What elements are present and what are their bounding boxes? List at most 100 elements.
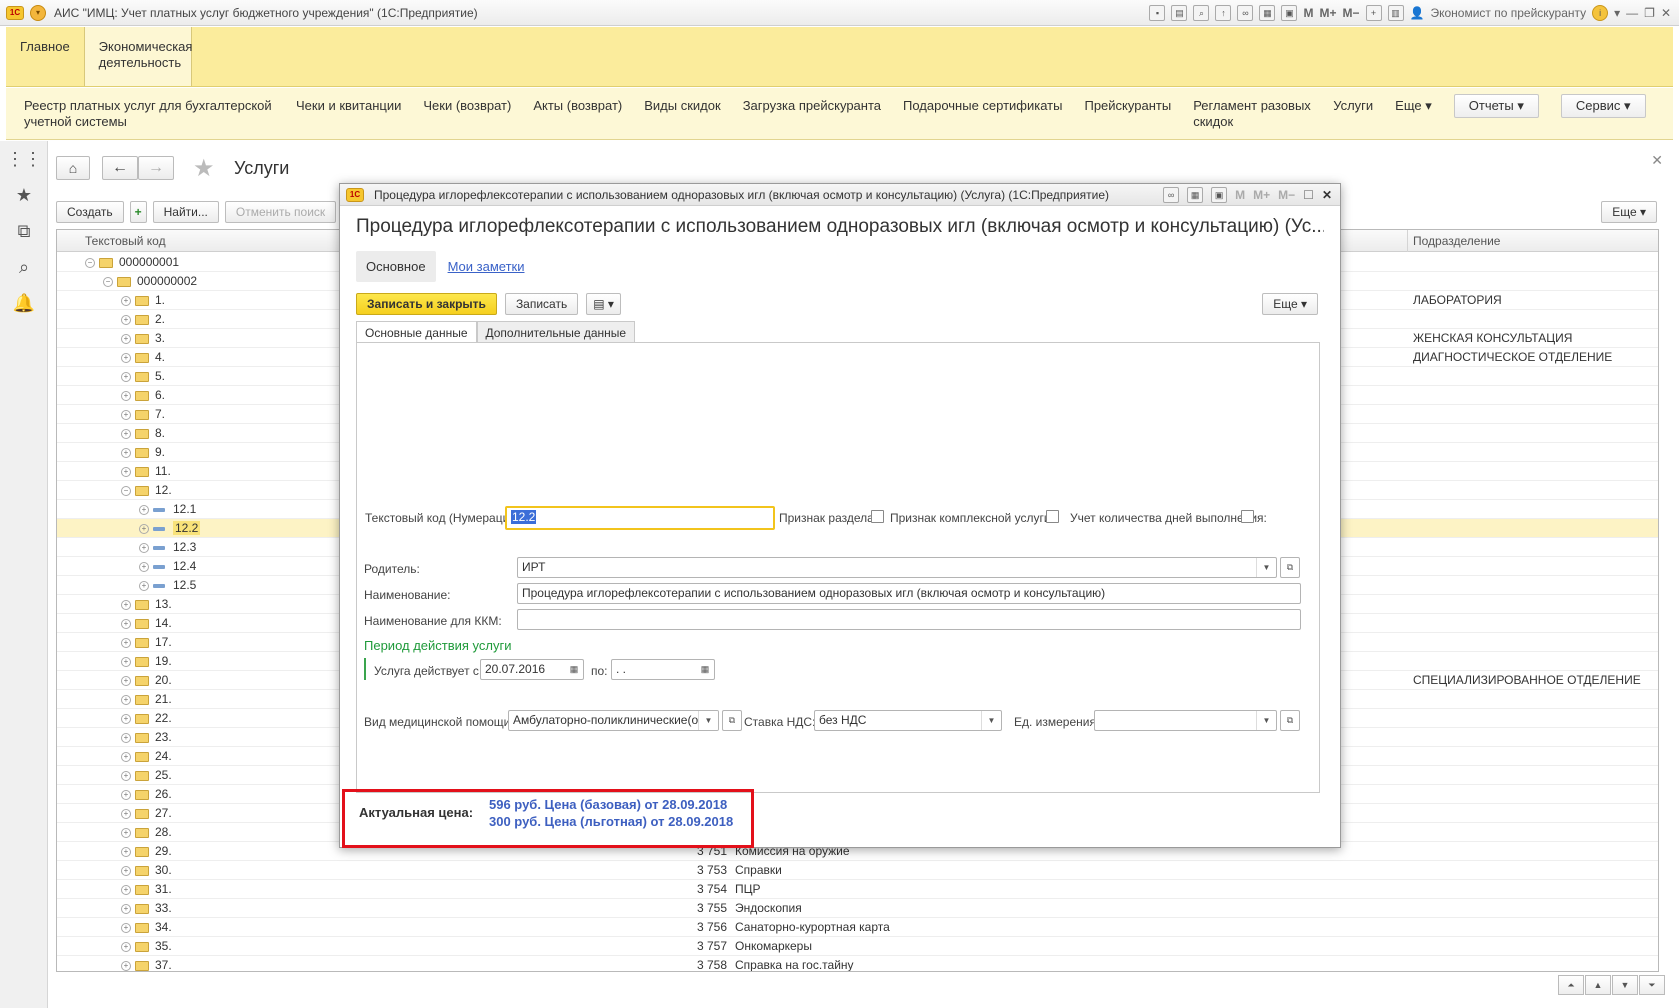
reports-button[interactable]: Отчеты ▾ [1453,94,1539,118]
favorite-star-icon[interactable]: ★ [193,154,215,183]
panel-icon[interactable]: ▥ [1387,5,1404,21]
link-icon[interactable]: ∞ [1163,187,1180,203]
user-name[interactable]: Экономист по прейскуранту [1430,6,1586,20]
form-more-button[interactable]: Еще ▾ [1262,293,1318,315]
chevron-down-icon[interactable]: ▼ [981,711,1001,730]
nav-discount-types[interactable]: Виды скидок [644,98,720,114]
m-minus-button[interactable]: M− [1342,6,1359,20]
expand-icon[interactable]: + [121,466,131,477]
cancel-search-button[interactable]: Отменить поиск [224,201,337,223]
expand-icon[interactable]: + [121,808,131,819]
chevron-down-icon[interactable]: ▼ [698,711,718,730]
print-icon[interactable]: ▤ [1171,5,1188,21]
scroll-first-icon[interactable]: ⏶ [1558,975,1584,995]
section-flag-checkbox[interactable] [871,510,884,523]
valid-from-input[interactable]: 20.07.2016 ▦ [480,659,584,680]
m-plus-button[interactable]: M+ [1319,6,1336,20]
expand-icon[interactable]: + [121,390,131,401]
nav-price-load[interactable]: Загрузка прейскуранта [743,98,881,114]
calendar-icon[interactable]: ▣ [1281,5,1298,21]
code-input[interactable]: 12.2 [505,506,775,530]
expand-icon[interactable]: + [121,941,131,952]
save-button[interactable]: Записать [504,293,579,315]
expand-icon[interactable]: + [121,314,131,325]
info-icon[interactable]: i [1592,5,1609,21]
close-icon[interactable]: ✕ [1661,6,1671,20]
expand-icon[interactable]: + [121,428,131,439]
nav-acts-return[interactable]: Акты (возврат) [533,98,622,114]
notifications-icon[interactable]: 🔔 [0,285,48,321]
nav-gift-certificates[interactable]: Подарочные сертификаты [903,98,1062,114]
expand-icon[interactable]: + [121,599,131,610]
nav-more[interactable]: Еще ▾ [1395,98,1432,114]
expand-icon[interactable]: + [121,675,131,686]
days-flag-checkbox[interactable] [1241,510,1254,523]
calendar-icon[interactable]: ▦ [565,660,583,679]
table-row[interactable]: +35. 3 757 Онкомаркеры [57,937,1658,956]
save-and-close-button[interactable]: Записать и закрыть [356,293,497,315]
expand-icon[interactable]: + [121,960,131,971]
section-main[interactable]: Главное [6,27,84,86]
column-header-division[interactable]: Подразделение [1413,234,1500,248]
upload-icon[interactable]: ↑ [1215,5,1232,21]
save-icon[interactable]: ▪ [1149,5,1166,21]
open-parent-button[interactable]: ⧉ [1280,557,1300,578]
close-icon[interactable]: ✕ [1322,188,1332,202]
attach-file-button[interactable]: ▤ ▾ [586,293,621,315]
expand-icon[interactable]: + [121,371,131,382]
dropdown-icon[interactable]: ▾ [1614,6,1620,20]
m-button[interactable]: M [1303,6,1313,20]
expand-icon[interactable]: + [121,903,131,914]
expand-icon[interactable]: + [121,352,131,363]
expand-icon[interactable]: + [121,333,131,344]
expand-icon[interactable]: + [139,523,149,534]
expand-icon[interactable]: + [121,656,131,667]
tab-my-notes[interactable]: Мои заметки [448,259,525,274]
home-button[interactable]: ⌂ [56,156,90,180]
expand-icon[interactable]: + [121,295,131,306]
expand-icon[interactable]: + [139,580,149,591]
expand-icon[interactable]: + [121,409,131,420]
expand-icon[interactable]: + [121,922,131,933]
form-close-icon[interactable]: ✕ [1651,152,1663,169]
med-help-select[interactable]: Амбулаторно-поликлинические(отд ▼ [508,710,719,731]
expand-icon[interactable]: + [121,770,131,781]
open-unit-button[interactable]: ⧉ [1280,710,1300,731]
scroll-up-icon[interactable]: ▲ [1585,975,1611,995]
expand-icon[interactable]: + [121,751,131,762]
scroll-down-icon[interactable]: ▼ [1612,975,1638,995]
vat-select[interactable]: без НДС ▼ [814,710,1002,731]
parent-select[interactable]: ИРТ ▼ [517,557,1277,578]
complex-flag-checkbox[interactable] [1046,510,1059,523]
expand-icon[interactable]: + [121,732,131,743]
main-menu-icon[interactable]: ▾ [30,4,46,21]
nav-registry[interactable]: Реестр платных услуг для бухгалтерской у… [24,98,274,130]
find-button[interactable]: Найти... [152,201,219,223]
calculator-icon[interactable]: ▦ [1187,187,1204,203]
preview-icon[interactable]: ⌕ [1193,5,1210,21]
copy-button[interactable]: + [129,201,147,223]
scroll-last-icon[interactable]: ⏷ [1639,975,1665,995]
expand-icon[interactable]: + [121,865,131,876]
forward-button[interactable]: → [138,156,174,180]
expand-icon[interactable]: + [121,713,131,724]
collapse-icon[interactable]: − [121,485,131,496]
tab-main[interactable]: Основное [356,251,436,282]
nav-checks[interactable]: Чеки и квитанции [296,98,401,114]
zoom-icon[interactable]: + [1365,5,1382,21]
link-icon[interactable]: ∞ [1237,5,1254,21]
base-price-link[interactable]: 596 руб. Цена (базовая) от 28.09.2018 [489,797,727,812]
open-med-help-button[interactable]: ⧉ [722,710,742,731]
discount-price-link[interactable]: 300 руб. Цена (льготная) от 28.09.2018 [489,814,733,829]
expand-icon[interactable]: + [139,504,149,515]
expand-icon[interactable]: + [121,884,131,895]
valid-to-input[interactable]: . . ▦ [611,659,715,680]
expand-icon[interactable]: + [121,827,131,838]
expand-icon[interactable]: + [121,637,131,648]
list-more-button[interactable]: Еще ▾ [1601,201,1657,223]
expand-icon[interactable]: + [121,618,131,629]
restore-icon[interactable]: ❐ [1644,6,1655,20]
nav-discount-rules[interactable]: Регламент разовых скидок [1193,98,1311,130]
calendar-icon[interactable]: ▦ [696,660,714,679]
expand-icon[interactable]: + [139,561,149,572]
